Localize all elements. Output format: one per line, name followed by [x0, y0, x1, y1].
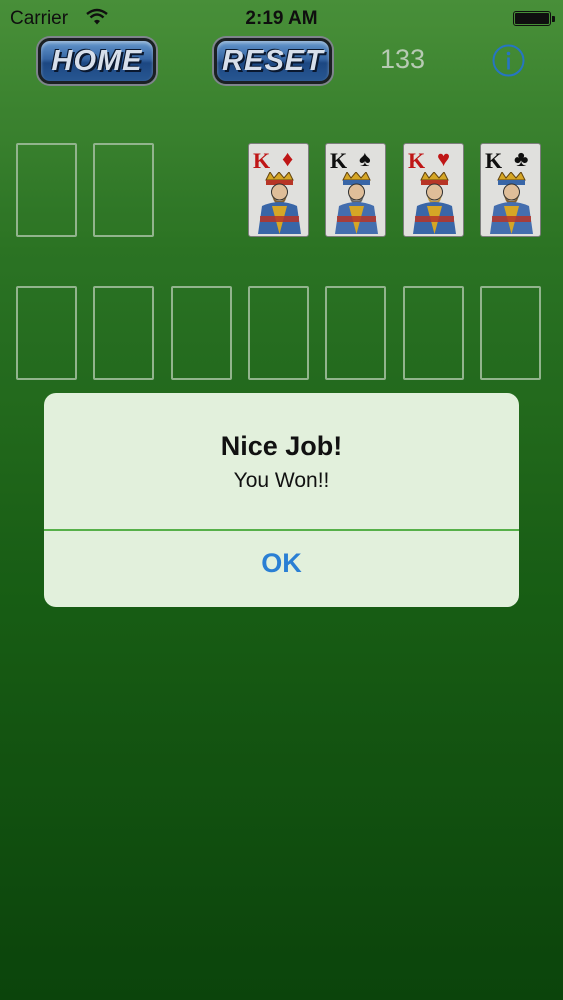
alert-message: You Won!! — [233, 469, 330, 492]
alert-title: Nice Job! — [220, 431, 343, 461]
win-alert-dialog: Nice Job! You Won!! OK — [44, 393, 519, 607]
ok-button[interactable]: OK — [44, 531, 519, 607]
